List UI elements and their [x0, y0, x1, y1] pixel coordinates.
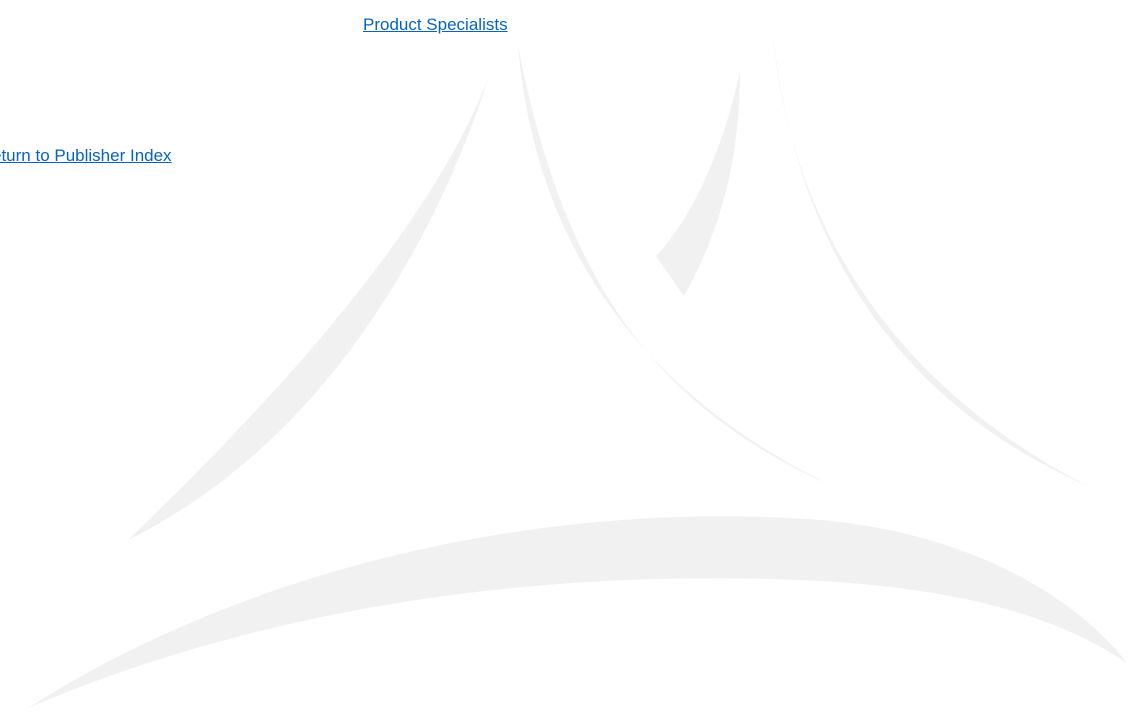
watermark-right-stroke: [772, 26, 1088, 486]
watermark-logo: [28, 26, 1128, 708]
page: Product Specialists eturn to Publisher I…: [0, 0, 1128, 720]
product-specialists-link[interactable]: Product Specialists: [363, 14, 508, 36]
watermark-small-stroke: [656, 72, 740, 296]
watermark-bottom-arc: [28, 516, 1128, 708]
return-to-publisher-index-link[interactable]: eturn to Publisher Index: [0, 145, 172, 167]
watermark-logo-shapes: [28, 26, 1128, 708]
watermark-left-stroke: [128, 76, 489, 540]
